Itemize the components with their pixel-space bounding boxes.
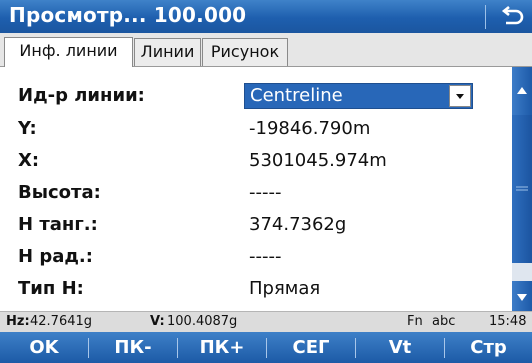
h-type-label: Тип H:: [18, 278, 84, 299]
fn-indicator: Fn: [407, 314, 423, 329]
input-mode-indicator: abc: [432, 314, 456, 329]
back-button[interactable]: [492, 0, 532, 33]
h-rad-label: H рад.:: [18, 246, 93, 267]
softkey-vt[interactable]: Vt: [356, 332, 444, 363]
vertical-scrollbar[interactable]: [512, 67, 532, 311]
softkey-page[interactable]: Стр: [445, 332, 532, 363]
scroll-thumb[interactable]: [512, 115, 532, 263]
height-label: Высота:: [18, 182, 101, 203]
row-line-id: Ид-р линии: Centreline: [0, 82, 512, 112]
tab-lines[interactable]: Линии: [134, 38, 201, 66]
row-h-type: Тип H: Прямая: [0, 275, 512, 305]
chevron-down-icon: [456, 94, 464, 99]
softkey-ok[interactable]: OK: [0, 332, 88, 363]
h-tan-label: H танг.:: [18, 214, 98, 235]
hz-label: Hz:: [6, 314, 30, 329]
h-rad-value: -----: [249, 246, 282, 267]
x-label: X:: [18, 150, 40, 171]
scroll-up-button[interactable]: [512, 67, 532, 115]
x-value: 5301045.974m: [249, 150, 387, 171]
tab-drawing[interactable]: Рисунок: [202, 38, 288, 66]
y-value: -19846.790m: [249, 118, 371, 139]
scroll-down-button[interactable]: [512, 281, 532, 311]
row-h-tan: H танг.: 374.7362g: [0, 211, 512, 241]
tab-line-info[interactable]: Инф. линии: [4, 37, 133, 67]
softkey-pk-minus[interactable]: ПК-: [89, 332, 177, 363]
height-value: -----: [249, 182, 282, 203]
title-bar: Просмотр... 100.000: [0, 0, 532, 33]
line-id-label: Ид-р линии:: [18, 85, 145, 106]
hz-value: 42.7641g: [30, 314, 93, 329]
row-h-rad: H рад.: -----: [0, 243, 512, 273]
v-value: 100.4087g: [167, 314, 238, 329]
tab-bar: Инф. линии Линии Рисунок: [0, 33, 532, 67]
dropdown-button[interactable]: [449, 85, 471, 107]
h-tan-value: 374.7362g: [249, 214, 347, 235]
row-x: X: 5301045.974m: [0, 147, 512, 177]
back-arrow-icon: [501, 5, 524, 25]
chevron-up-icon: [517, 87, 527, 94]
softkey-bar: OK ПК- ПК+ СЕГ Vt Стр: [0, 332, 532, 363]
line-id-value: Centreline: [250, 85, 343, 106]
row-y: Y: -19846.790m: [0, 115, 512, 145]
window-title: Просмотр... 100.000: [9, 3, 247, 27]
y-label: Y:: [18, 118, 37, 139]
softkey-pk-plus[interactable]: ПК+: [178, 332, 266, 363]
h-type-value: Прямая: [249, 278, 321, 299]
v-label: V:: [150, 314, 165, 329]
line-id-dropdown[interactable]: Centreline: [244, 83, 473, 109]
softkey-seg[interactable]: СЕГ: [267, 332, 355, 363]
status-bar: Hz: 42.7641g V: 100.4087g Fn abc 15:48: [0, 311, 532, 332]
title-divider: [485, 5, 486, 29]
clock: 15:48: [489, 314, 527, 329]
chevron-down-icon: [517, 294, 527, 301]
grip-icon: [516, 186, 528, 191]
line-info-panel: Ид-р линии: Centreline Y: -19846.790m X:…: [0, 67, 512, 311]
row-height: Высота: -----: [0, 179, 512, 209]
